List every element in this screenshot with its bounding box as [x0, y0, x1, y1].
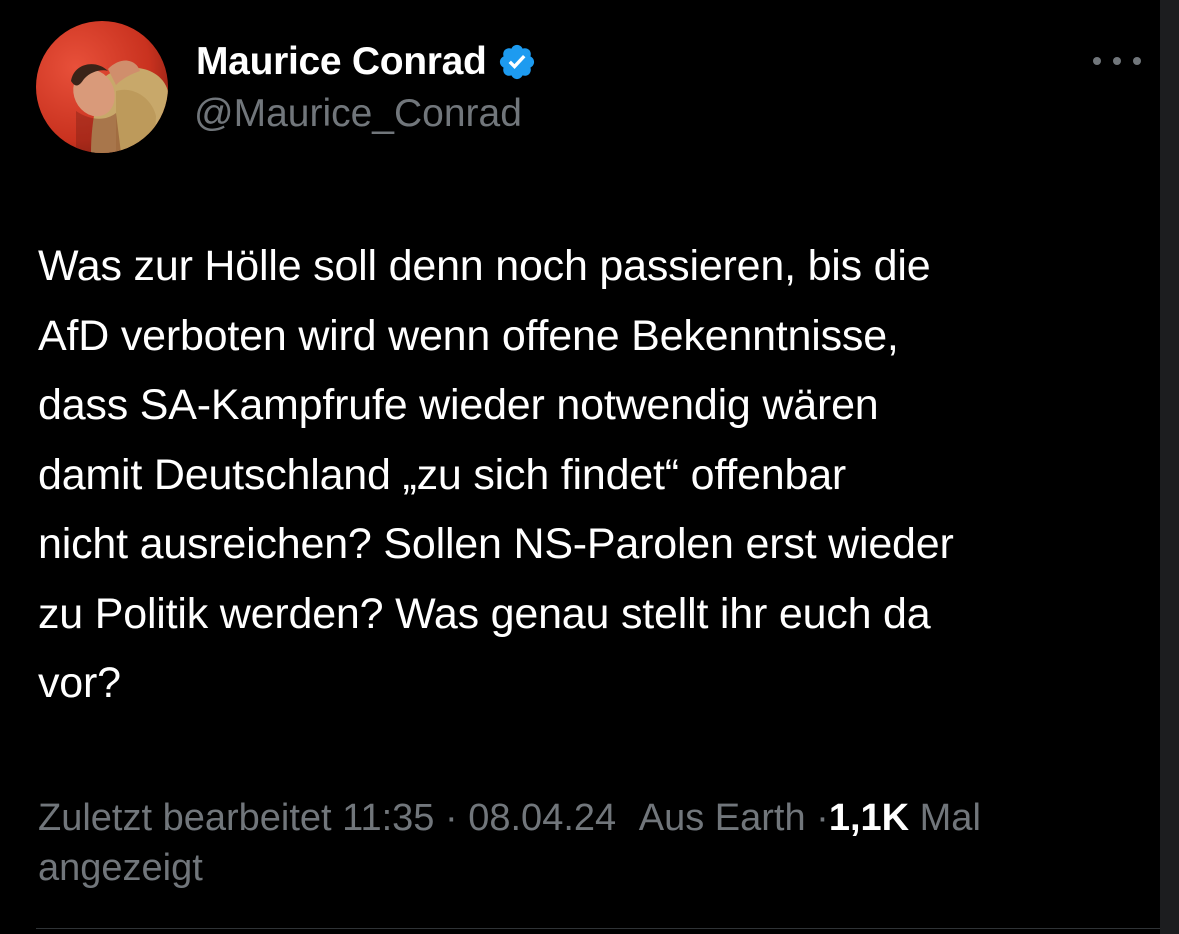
dot	[1093, 57, 1101, 65]
tweet-text-line: damit Deutschland „zu sich findet“ offen…	[38, 450, 847, 499]
source-label: Aus Earth	[638, 797, 806, 839]
more-options-icon[interactable]	[1093, 46, 1141, 76]
views-label-continued: angezeigt	[38, 847, 203, 889]
edited-label[interactable]: Zuletzt bearbeitet	[38, 797, 332, 839]
dot	[1113, 57, 1121, 65]
tweet-text-line: Was zur Hölle soll denn noch passieren, …	[38, 242, 931, 290]
timestamp-date[interactable]: 08.04.24	[468, 797, 616, 839]
avatar[interactable]	[36, 21, 168, 153]
tweet-text-line: zu Politik werden? Was genau stellt ihr …	[38, 589, 931, 638]
separator: ·	[816, 797, 829, 839]
tweet-card[interactable]: Maurice Conrad @Maurice_Conrad Was zur H…	[0, 0, 1160, 934]
verified-badge-icon[interactable]	[497, 42, 537, 82]
divider	[36, 928, 1160, 929]
dot	[1133, 57, 1141, 65]
author-handle[interactable]: @Maurice_Conrad	[194, 92, 522, 136]
tweet-text-line: dass SA-Kampfrufe wieder notwendig wären	[38, 381, 879, 429]
tweet-text: Was zur Hölle soll denn noch passieren, …	[38, 232, 1148, 719]
timestamp-time[interactable]: 11:35	[342, 797, 434, 839]
separator: ·	[445, 797, 458, 839]
author-name-row[interactable]: Maurice Conrad	[196, 38, 537, 86]
tweet-text-line: nicht ausreichen? Sollen NS-Parolen erst…	[38, 520, 954, 568]
tweet-text-line: AfD verboten wird wenn offene Bekenntnis…	[38, 311, 899, 360]
tweet-text-line: vor?	[38, 659, 121, 707]
views-count[interactable]: 1,1K	[829, 797, 909, 839]
scrollbar-track[interactable]	[1160, 0, 1179, 934]
views-label: Mal	[919, 797, 981, 839]
tweet-metadata: Zuletzt bearbeitet 11:35 · 08.04.24 Aus …	[38, 793, 1138, 893]
display-name[interactable]: Maurice Conrad	[196, 40, 487, 84]
metadata-line-1: Zuletzt bearbeitet 11:35 · 08.04.24 Aus …	[38, 793, 1138, 843]
